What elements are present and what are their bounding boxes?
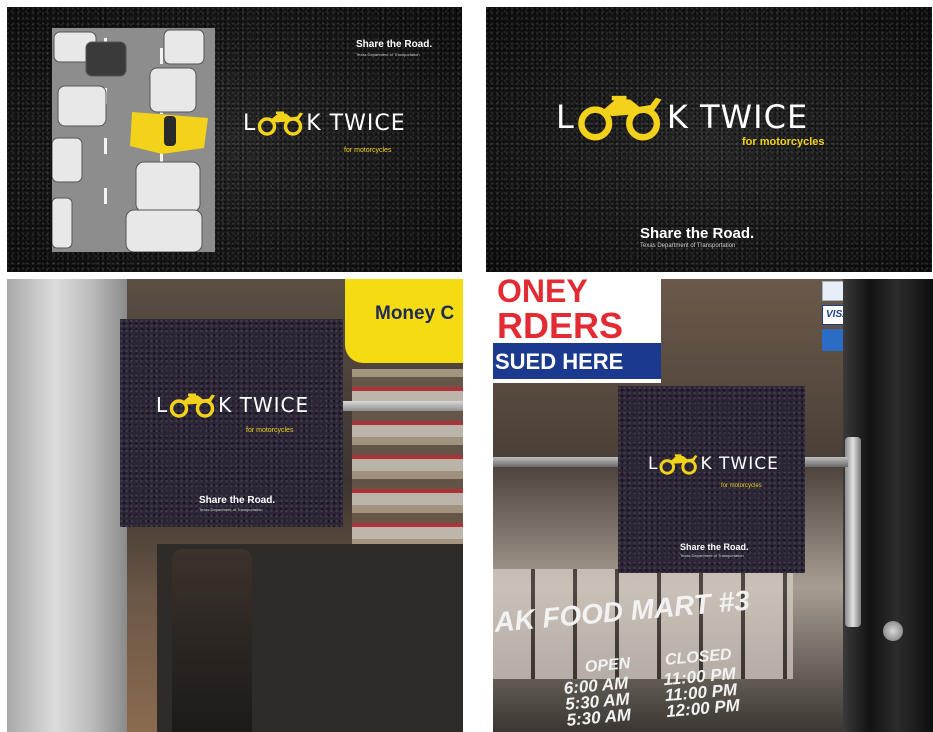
look-twice-logo: L K TWICE (156, 391, 309, 419)
hours-open-3: 5:30 AM (565, 705, 632, 730)
logo-tagline: for motorcycles (742, 136, 825, 148)
logo-letter-l: L (156, 393, 169, 417)
motorcycle-icon (575, 93, 667, 141)
department-label: Texas Department of Transportation (680, 553, 744, 558)
money-orders-sign: ONEY RDERS SUED HERE (493, 279, 661, 383)
panel-top-right-poster: L K TWICE for motorcycles Share the Road… (486, 7, 932, 272)
door-frame (7, 279, 127, 732)
logo-tagline: for motorcycles (344, 147, 392, 154)
look-twice-door-poster: L K TWICE for motorcycles Share the Road… (618, 386, 805, 573)
share-the-road-label: Share the Road. (356, 39, 433, 50)
logo-tagline: for motorcycles (721, 483, 762, 489)
door-handle-bar (327, 401, 463, 411)
logo-word-twice: K TWICE (306, 110, 406, 136)
money-orders-line2: RDERS (497, 305, 624, 346)
logo-word-twice: K TWICE (666, 98, 809, 136)
panel-bottom-right-photo: ONEY RDERS SUED HERE VISA L K TWICE for … (493, 279, 933, 732)
look-twice-door-poster: L K TWICE for motorcycles Share the Road… (120, 319, 343, 527)
money-orders-line3: SUED HERE (495, 349, 624, 374)
logo-word-twice: K TWICE (700, 454, 779, 474)
person-reflection (172, 549, 252, 732)
motorcycle-icon (658, 452, 700, 476)
look-twice-logo: L K TWICE (556, 93, 808, 141)
department-label: Texas Department of Transportation (640, 243, 736, 249)
department-label: Texas Department of Transportation (199, 507, 263, 512)
money-sign-text: Money C (375, 303, 455, 324)
logo-letter-l: L (243, 110, 257, 136)
logo-letter-l: L (648, 454, 659, 474)
share-the-road-label: Share the Road. (640, 225, 755, 242)
traffic-photo (52, 28, 215, 252)
department-label: Texas Department of Transportation (356, 52, 420, 57)
door-lock (883, 621, 903, 641)
motorcycle-icon (168, 391, 218, 419)
panel-top-left-poster: Share the Road. Texas Department of Tran… (7, 7, 462, 272)
look-twice-logo: L K TWICE (243, 109, 406, 137)
money-sign: Money C (345, 279, 463, 363)
logo-letter-l: L (556, 98, 575, 136)
money-orders-bar: SUED HERE (493, 343, 661, 379)
logo-tagline: for motorcycles (246, 427, 294, 434)
motorcycle-icon (256, 109, 306, 137)
look-twice-logo: L K TWICE (648, 452, 779, 476)
share-the-road-label: Share the Road. (199, 495, 276, 506)
panel-bottom-left-photo: Money C L K TWICE for motorcycles Share … (7, 279, 463, 732)
logo-word-twice: K TWICE (218, 393, 310, 417)
share-the-road-label: Share the Road. (680, 542, 749, 552)
